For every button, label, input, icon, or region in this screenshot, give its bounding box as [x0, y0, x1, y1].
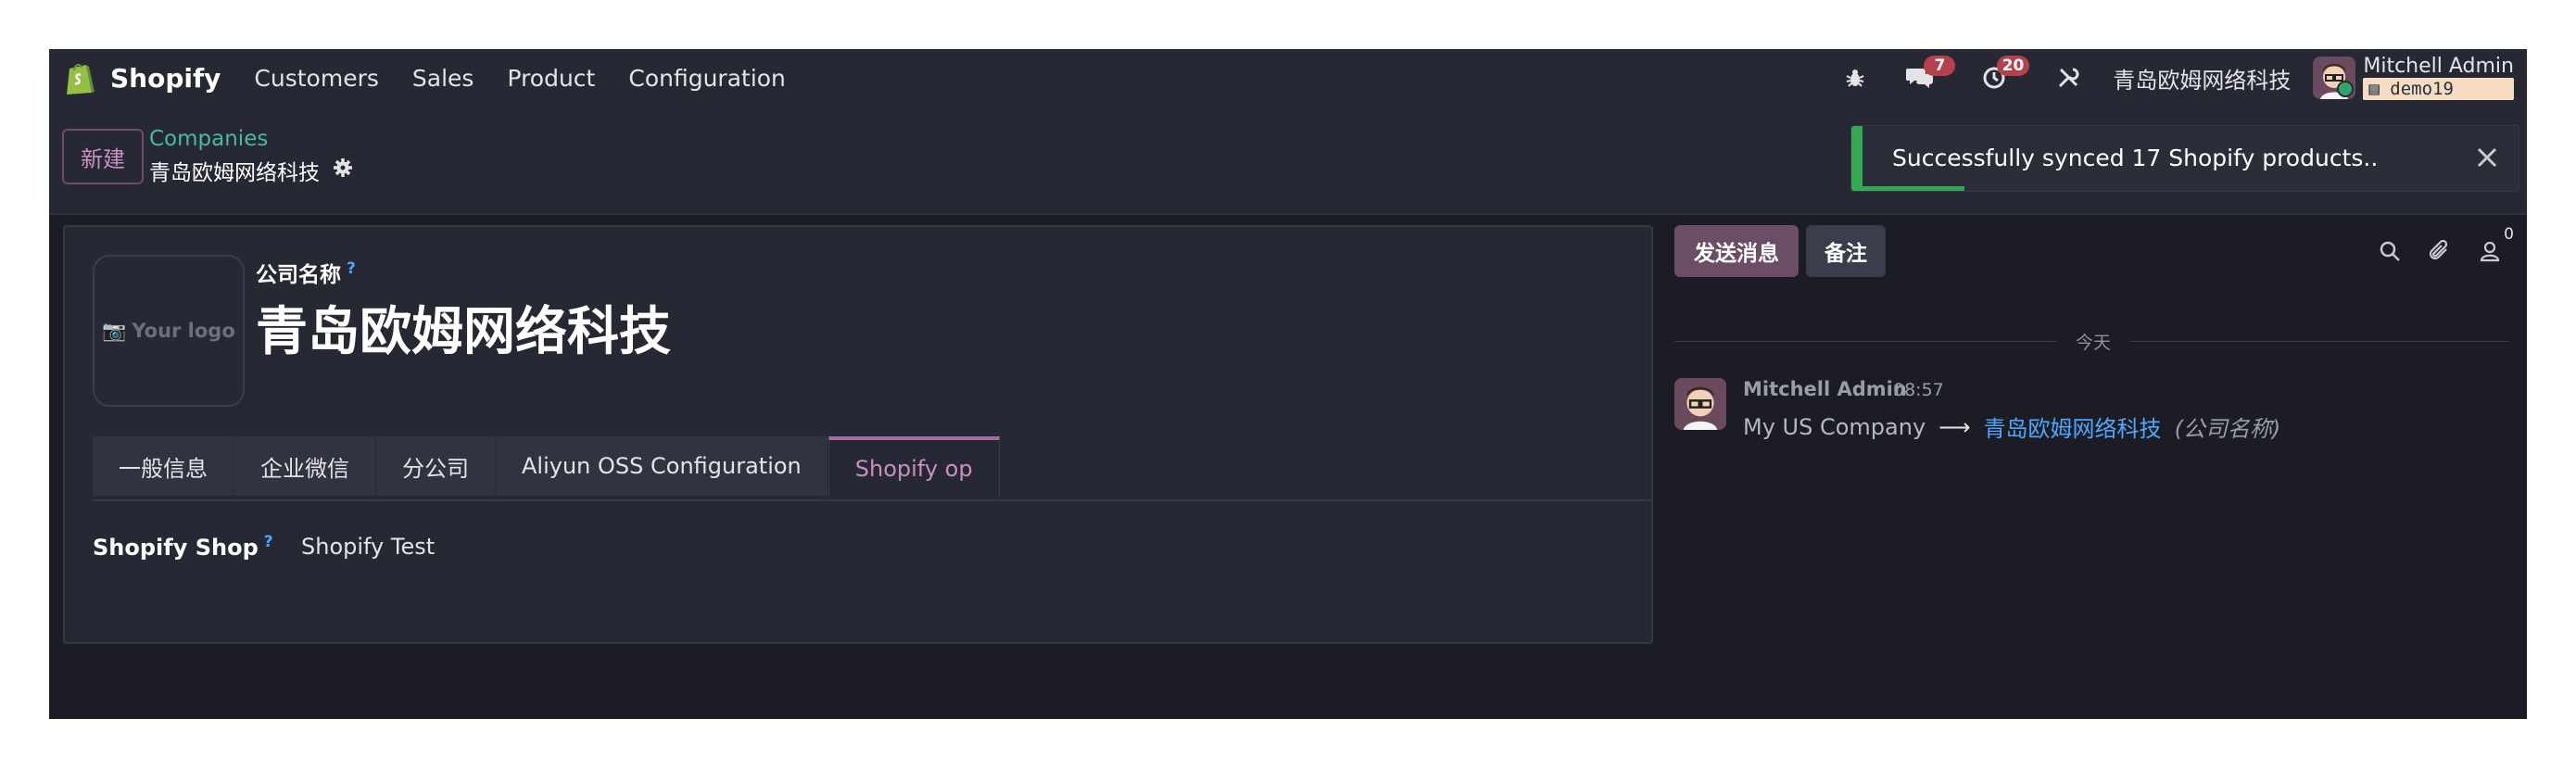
tab-shopify-op[interactable]: Shopify op: [827, 436, 1000, 498]
logo-placeholder-label: Your logo: [132, 320, 235, 342]
notebook-tabs: 一般信息 企业微信 分公司 Aliyun OSS Configuration S…: [93, 436, 1000, 499]
old-value: My US Company: [1743, 413, 1926, 440]
changed-field-name: (公司名称): [2174, 416, 2281, 442]
systray: 7 20 青岛欧姆网络科技 Mitchell Admin ▤ demo19: [1816, 49, 2527, 107]
log-note-button[interactable]: 备注: [1806, 225, 1886, 277]
shopify-shop-field[interactable]: Shopify Test: [301, 534, 435, 560]
shopify-logo-icon[interactable]: [60, 57, 99, 98]
date-separator-label: 今天: [2075, 333, 2111, 353]
gear-icon[interactable]: [333, 158, 353, 183]
separator-line-right: [2130, 341, 2508, 342]
database-tag: ▤ demo19: [2363, 78, 2514, 100]
message-author-avatar[interactable]: [1674, 378, 1726, 430]
breadcrumb-current: 青岛欧姆网络科技: [149, 155, 353, 186]
followers-count: 0: [2504, 225, 2514, 244]
toast-progress-bar: [1851, 186, 1965, 191]
messages-chat-icon[interactable]: 7: [1901, 56, 1956, 96]
control-panel: 新建 Companies 青岛欧姆网络科技 Successfully synce…: [49, 107, 2527, 215]
tab-branches[interactable]: 分公司: [376, 436, 496, 496]
company-logo-upload[interactable]: 📷 Your logo: [93, 255, 245, 407]
search-icon[interactable]: [2371, 233, 2408, 270]
company-name-field[interactable]: 青岛欧姆网络科技: [256, 290, 671, 365]
app-window: Shopify Customers Sales Product Configur…: [49, 49, 2527, 719]
tab-divider: [93, 499, 1651, 501]
breadcrumb-companies-link[interactable]: Companies: [149, 127, 268, 151]
user-menu[interactable]: Mitchell Admin ▤ demo19: [2363, 56, 2514, 100]
messages-badge: 7: [1924, 56, 1956, 76]
message-time: 08:57: [1893, 380, 1944, 400]
breadcrumb-current-label: 青岛欧姆网络科技: [149, 161, 320, 185]
tab-wecom[interactable]: 企业微信: [234, 436, 376, 496]
activity-clock-icon[interactable]: 20: [1976, 56, 2030, 96]
user-name: Mitchell Admin: [2363, 55, 2514, 78]
close-icon[interactable]: [2472, 143, 2502, 172]
paperclip-icon[interactable]: [2421, 233, 2458, 270]
database-icon: ▤: [2368, 79, 2380, 99]
new-value: 青岛欧姆网络科技: [1983, 416, 2162, 442]
app-name[interactable]: Shopify: [110, 63, 221, 94]
chatter-toolbar: 0: [2358, 225, 2514, 270]
camera-icon: 📷: [102, 319, 127, 342]
chatter-panel: 发送消息 备注 0 今天 Mitchell Admin 08:57 My US …: [1674, 225, 2514, 688]
toast-status-bar: [1851, 126, 1863, 191]
debug-bug-icon[interactable]: [1837, 59, 1874, 96]
success-notification: Successfully synced 17 Shopify products.…: [1850, 125, 2519, 192]
menu-customers[interactable]: Customers: [254, 65, 378, 92]
top-navbar: Shopify Customers Sales Product Configur…: [49, 49, 2527, 107]
followers-user-icon[interactable]: 0: [2471, 225, 2514, 270]
shopify-shop-label: Shopify Shop?: [93, 533, 273, 561]
tracking-change: My US Company ⟶ 青岛欧姆网络科技 (公司名称): [1743, 410, 2280, 443]
toast-message: Successfully synced 17 Shopify products.…: [1892, 145, 2379, 171]
date-separator: 今天: [1674, 329, 2508, 355]
tab-aliyun-oss[interactable]: Aliyun OSS Configuration: [496, 436, 828, 496]
activities-badge: 20: [1996, 56, 2030, 76]
tools-icon[interactable]: [2050, 59, 2087, 96]
send-message-button[interactable]: 发送消息: [1674, 225, 1799, 277]
new-button[interactable]: 新建: [62, 129, 144, 184]
arrow-right-icon: ⟶: [1938, 413, 1971, 440]
form-sheet: 📷 Your logo 公司名称? 青岛欧姆网络科技 一般信息 企业微信 分公司…: [63, 225, 1653, 644]
separator-line-left: [1674, 341, 2056, 342]
help-tooltip-icon[interactable]: ?: [264, 533, 273, 551]
menu-configuration[interactable]: Configuration: [628, 65, 786, 92]
company-switcher[interactable]: 青岛欧姆网络科技: [2113, 62, 2291, 95]
tab-general-info[interactable]: 一般信息: [93, 436, 234, 496]
user-avatar[interactable]: [2313, 57, 2356, 99]
company-name-label: 公司名称?: [256, 259, 356, 287]
help-tooltip-icon[interactable]: ?: [347, 259, 356, 278]
menu-sales[interactable]: Sales: [412, 65, 474, 92]
menu-product[interactable]: Product: [507, 65, 595, 92]
message-author[interactable]: Mitchell Admin: [1743, 378, 1907, 400]
